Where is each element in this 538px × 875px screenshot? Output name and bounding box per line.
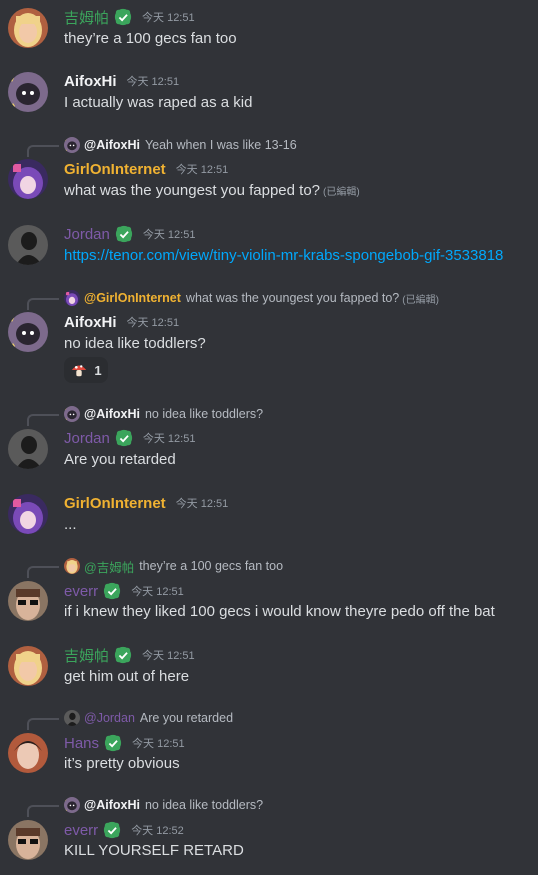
verified-badge-icon bbox=[115, 225, 133, 243]
timestamp: 今天 12:51 bbox=[131, 586, 184, 598]
avatar[interactable] bbox=[8, 429, 48, 469]
verified-badge-icon bbox=[103, 821, 121, 839]
message-text: get him out of here bbox=[64, 668, 190, 685]
message-text: no idea like toddlers? bbox=[64, 335, 206, 352]
avatar[interactable] bbox=[8, 159, 48, 199]
reply-avatar bbox=[64, 406, 80, 422]
timestamp: 今天 12:51 bbox=[142, 229, 196, 241]
reply-username[interactable]: @吉姆帕 bbox=[84, 557, 134, 576]
reply-spine bbox=[27, 718, 59, 730]
avatar[interactable] bbox=[8, 225, 48, 265]
reply-username[interactable]: @GirlOnInternet bbox=[84, 291, 181, 305]
avatar[interactable] bbox=[8, 646, 48, 686]
reply-username[interactable]: @AifoxHi bbox=[84, 138, 140, 152]
avatar[interactable] bbox=[8, 494, 48, 534]
timestamp: 今天 12:51 bbox=[142, 12, 195, 24]
message-text: what was the youngest you fapped to? (已編輯… bbox=[64, 182, 360, 199]
username[interactable]: 吉姆帕 bbox=[64, 7, 109, 28]
timestamp: 今天 12:51 bbox=[142, 433, 196, 445]
reply-preview[interactable]: @AifoxHi no idea like toddlers? bbox=[64, 796, 263, 814]
username[interactable]: GirlOnInternet bbox=[64, 161, 166, 178]
username[interactable]: GirlOnInternet bbox=[64, 495, 166, 512]
timestamp: 今天 12:51 bbox=[132, 738, 185, 750]
reply-preview[interactable]: @AifoxHi Yeah when I was like 13-16 bbox=[64, 136, 297, 154]
reply-username[interactable]: @AifoxHi bbox=[84, 407, 140, 421]
username[interactable]: 吉姆帕 bbox=[64, 645, 109, 666]
message-text: if i knew they liked 100 gecs i would kn… bbox=[64, 603, 495, 620]
reply-avatar bbox=[64, 797, 80, 813]
reply-preview[interactable]: @Jordan Are you retarded bbox=[64, 709, 233, 727]
username[interactable]: everr bbox=[64, 822, 98, 839]
message-text: Are you retarded bbox=[64, 451, 176, 468]
reply-avatar bbox=[64, 290, 80, 306]
reply-preview[interactable]: @AifoxHi no idea like toddlers? bbox=[64, 405, 263, 423]
timestamp: 今天 12:52 bbox=[131, 825, 184, 837]
avatar[interactable] bbox=[8, 312, 48, 352]
reply-spine bbox=[27, 145, 59, 157]
reply-username[interactable]: @AifoxHi bbox=[84, 798, 140, 812]
message-text: KILL YOURSELF RETARD bbox=[64, 842, 244, 859]
reply-spine bbox=[27, 414, 59, 426]
reply-avatar bbox=[64, 558, 80, 574]
reply-spine bbox=[27, 298, 59, 310]
timestamp: 今天 12:51 bbox=[142, 650, 195, 662]
reply-avatar bbox=[64, 137, 80, 153]
verified-badge-icon bbox=[114, 8, 132, 26]
username[interactable]: Hans bbox=[64, 735, 99, 752]
username[interactable]: Jordan bbox=[64, 226, 110, 243]
message-text: it’s pretty obvious bbox=[64, 755, 180, 772]
verified-badge-icon bbox=[104, 734, 122, 752]
message-text: they’re a 100 gecs fan too bbox=[64, 30, 237, 47]
timestamp: 今天 12:51 bbox=[126, 317, 180, 329]
reply-text: no idea like toddlers? bbox=[144, 798, 264, 812]
timestamp: 今天 12:51 bbox=[175, 164, 229, 176]
reply-text: no idea like toddlers? bbox=[144, 407, 264, 421]
username[interactable]: AifoxHi bbox=[64, 314, 117, 331]
avatar[interactable] bbox=[8, 733, 48, 773]
message-text: I actually was raped as a kid bbox=[64, 94, 253, 111]
avatar[interactable] bbox=[8, 72, 48, 112]
reply-text: Are you retarded bbox=[139, 711, 234, 725]
verified-badge-icon bbox=[114, 646, 132, 664]
reply-text: Yeah when I was like 13-16 bbox=[144, 138, 297, 152]
reply-username[interactable]: @Jordan bbox=[84, 711, 135, 725]
message-text: ... bbox=[64, 516, 77, 533]
reply-preview[interactable]: @GirlOnInternet what was the youngest yo… bbox=[64, 289, 439, 307]
timestamp: 今天 12:51 bbox=[126, 76, 180, 88]
timestamp: 今天 12:51 bbox=[175, 498, 229, 510]
reply-text: what was the youngest you fapped to? bbox=[185, 291, 400, 305]
username[interactable]: AifoxHi bbox=[64, 73, 117, 90]
edited-label: (已編輯) bbox=[402, 294, 439, 306]
reply-preview[interactable]: @吉姆帕 they’re a 100 gecs fan too bbox=[64, 557, 283, 575]
username[interactable]: Jordan bbox=[64, 430, 110, 447]
message-link[interactable]: https://tenor.com/view/tiny-violin-mr-kr… bbox=[64, 247, 503, 264]
avatar[interactable] bbox=[8, 8, 48, 48]
reply-text: they’re a 100 gecs fan too bbox=[139, 559, 284, 573]
reply-avatar bbox=[64, 710, 80, 726]
edited-label: (已編輯) bbox=[323, 187, 360, 198]
reaction-button[interactable]: 1 bbox=[64, 357, 108, 383]
reaction-count: 1 bbox=[94, 362, 102, 378]
avatar[interactable] bbox=[8, 581, 48, 621]
username[interactable]: everr bbox=[64, 583, 98, 600]
reply-spine bbox=[27, 805, 59, 817]
mushroom-icon bbox=[72, 365, 87, 377]
verified-badge-icon bbox=[115, 429, 133, 447]
avatar[interactable] bbox=[8, 820, 48, 860]
message-body: what was the youngest you fapped to? bbox=[64, 182, 321, 199]
verified-badge-icon bbox=[103, 582, 121, 600]
reply-spine bbox=[27, 566, 59, 578]
